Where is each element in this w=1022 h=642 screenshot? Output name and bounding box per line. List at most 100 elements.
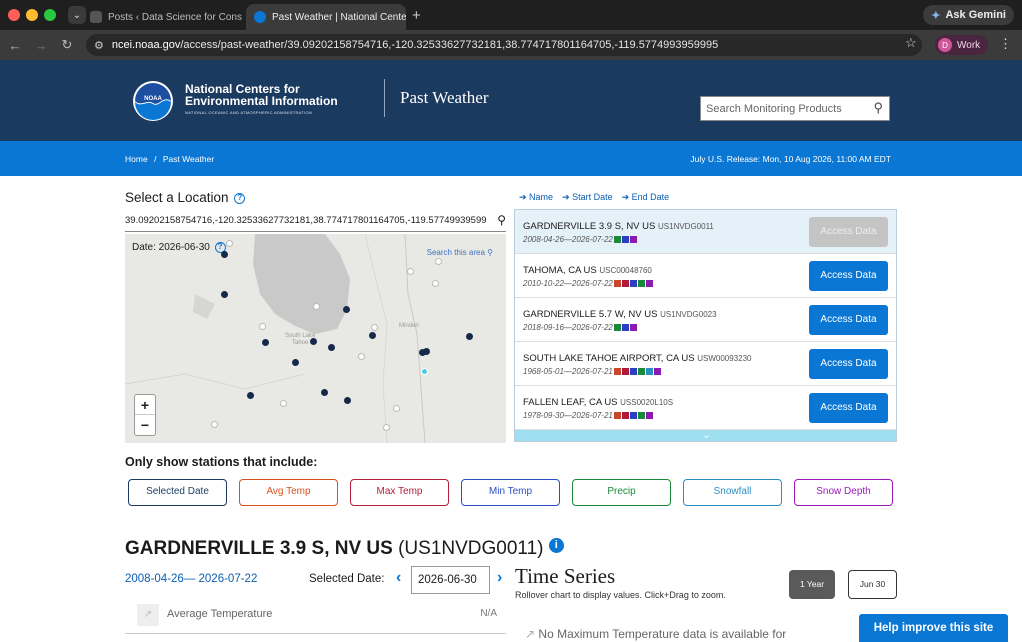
- access-data-button[interactable]: Access Data: [809, 305, 888, 335]
- maximize-window-icon[interactable]: [44, 9, 56, 21]
- help-icon[interactable]: ?: [234, 192, 246, 204]
- close-window-icon[interactable]: [8, 9, 20, 21]
- time-series-title: Time Series: [515, 564, 616, 588]
- station-marker[interactable]: [221, 251, 228, 258]
- station-marker[interactable]: [432, 280, 439, 287]
- station-marker[interactable]: [466, 333, 473, 340]
- coordinates-input[interactable]: 39.09202158754716,-120.32533627732181,38…: [125, 212, 506, 232]
- station-list-item[interactable]: SOUTH LAKE TAHOE AIRPORT, CA US USW00093…: [515, 342, 896, 386]
- filter-snow-depth-button[interactable]: Snow Depth: [794, 479, 893, 506]
- select-location-label: Select a Location: [125, 190, 229, 205]
- search-icon[interactable]: ⚲: [873, 100, 883, 116]
- station-marker[interactable]: [435, 258, 442, 265]
- station-marker[interactable]: [221, 291, 228, 298]
- station-name: FALLEN LEAF, CA US: [523, 397, 618, 408]
- search-this-area-button[interactable]: Search this area ⚲: [427, 248, 493, 257]
- station-marker[interactable]: [328, 344, 335, 351]
- station-marker[interactable]: [407, 268, 414, 275]
- minimize-window-icon[interactable]: [26, 9, 38, 21]
- zoom-out-button[interactable]: −: [135, 415, 155, 435]
- station-marker[interactable]: [358, 353, 365, 360]
- next-date-icon[interactable]: ›: [497, 569, 502, 587]
- sort-by-end-date-link[interactable]: ➔ End Date: [622, 192, 670, 203]
- tab-past-weather[interactable]: Past Weather | National Cente ✕: [246, 4, 406, 30]
- site-info-icon[interactable]: ⚙: [94, 39, 104, 52]
- previous-date-icon[interactable]: ‹: [396, 569, 401, 587]
- filter-min-temp-button[interactable]: Min Temp: [461, 479, 560, 506]
- station-marker[interactable]: [321, 389, 328, 396]
- filter-snowfall-button[interactable]: Snowfall: [683, 479, 782, 506]
- browser-toolbar: ← → ↻ ⚙ ncei.noaa.gov/access/past-weathe…: [0, 30, 1022, 60]
- station-marker[interactable]: [211, 421, 218, 428]
- station-marker[interactable]: [226, 240, 233, 247]
- bookmark-star-icon[interactable]: ☆: [905, 35, 917, 51]
- average-temperature-label: Average Temperature: [167, 608, 273, 620]
- noaa-logo-icon[interactable]: NOAA: [133, 81, 173, 121]
- station-marker[interactable]: [313, 303, 320, 310]
- reload-icon[interactable]: ↻: [56, 37, 78, 53]
- zoom-in-button[interactable]: +: [135, 395, 155, 415]
- forward-icon[interactable]: →: [30, 38, 52, 53]
- search-input[interactable]: Search Monitoring Products ⚲: [700, 96, 890, 121]
- expand-list-button[interactable]: ⌄: [515, 430, 896, 441]
- station-marker[interactable]: [343, 306, 350, 313]
- station-marker[interactable]: [344, 397, 351, 404]
- station-name: SOUTH LAKE TAHOE AIRPORT, CA US: [523, 353, 695, 364]
- station-marker[interactable]: [247, 392, 254, 399]
- filter-precip-button[interactable]: Precip: [572, 479, 671, 506]
- data-type-swatch: [613, 236, 621, 244]
- tab-posts[interactable]: Posts ‹ Data Science for Cons ✕: [82, 4, 242, 30]
- station-marker[interactable]: [280, 400, 287, 407]
- filter-avg-temp-button[interactable]: Avg Temp: [239, 479, 338, 506]
- breadcrumb-home-link[interactable]: Home: [125, 154, 148, 164]
- station-marker[interactable]: [393, 405, 400, 412]
- station-marker[interactable]: [310, 338, 317, 345]
- ncei-wordmark[interactable]: National Centers for Environmental Infor…: [185, 83, 338, 115]
- station-marker[interactable]: [262, 339, 269, 346]
- station-marker[interactable]: [369, 332, 376, 339]
- data-type-indicators: [613, 235, 637, 244]
- station-list-item[interactable]: FALLEN LEAF, CA US USS0020L10S 1978-09-3…: [515, 386, 896, 430]
- station-marker[interactable]: [371, 324, 378, 331]
- breadcrumb-current: Past Weather: [162, 154, 215, 164]
- help-improve-button[interactable]: Help improve this site: [859, 614, 1008, 642]
- info-icon[interactable]: i: [548, 538, 564, 553]
- data-type-swatch: [613, 280, 621, 288]
- station-map[interactable]: South Lake Tahoe Minden Date: 2026-06-30…: [125, 234, 506, 443]
- access-data-button[interactable]: Access Data: [809, 261, 888, 291]
- data-type-swatch: [629, 324, 637, 332]
- one-year-button[interactable]: 1 Year: [789, 570, 835, 599]
- site-title[interactable]: Past Weather: [400, 88, 489, 108]
- station-date-range: 2008-04-26—2026-07-22: [523, 235, 613, 244]
- sort-by-name-link[interactable]: ➔ Name: [519, 192, 553, 203]
- access-data-button[interactable]: Access Data: [809, 393, 888, 423]
- station-marker[interactable]: [383, 424, 390, 431]
- station-list-item[interactable]: GARDNERVILLE 3.9 S, NV US US1NVDG0011 20…: [515, 210, 896, 254]
- access-data-button[interactable]: Access Data: [809, 217, 888, 247]
- tab-title: Past Weather | National Cente: [272, 11, 406, 23]
- ask-gemini-button[interactable]: ✦ Ask Gemini: [923, 5, 1014, 25]
- selected-date-input[interactable]: 2026-06-30: [411, 566, 490, 594]
- data-type-swatch: [637, 412, 645, 420]
- filter-selected-date-button[interactable]: Selected Date: [128, 479, 227, 506]
- selected-station-marker[interactable]: [421, 368, 428, 375]
- back-icon[interactable]: ←: [4, 38, 26, 53]
- station-name: TAHOMA, CA US: [523, 265, 597, 276]
- station-marker[interactable]: [423, 348, 430, 355]
- browser-menu-icon[interactable]: ⋮: [999, 36, 1012, 52]
- sort-by-start-date-link[interactable]: ➔ Start Date: [562, 192, 613, 203]
- profile-button[interactable]: D Work: [935, 35, 989, 55]
- access-data-button[interactable]: Access Data: [809, 349, 888, 379]
- filter-max-temp-button[interactable]: Max Temp: [350, 479, 449, 506]
- station-list-item[interactable]: TAHOMA, CA US USC00048760 2010-10-22—202…: [515, 254, 896, 298]
- new-tab-icon[interactable]: +: [412, 7, 421, 24]
- station-list-item[interactable]: GARDNERVILLE 5.7 W, NV US US1NVDG0023 20…: [515, 298, 896, 342]
- address-bar[interactable]: ⚙ ncei.noaa.gov/access/past-weather/39.0…: [86, 34, 922, 56]
- data-type-swatch: [621, 236, 629, 244]
- station-marker[interactable]: [292, 359, 299, 366]
- station-marker[interactable]: [259, 323, 266, 330]
- chevron-down-icon: ⌄: [702, 430, 711, 441]
- jun-30-button[interactable]: Jun 30: [848, 570, 897, 599]
- org-name-line2: Environmental Information: [185, 94, 338, 108]
- search-icon[interactable]: ⚲: [497, 213, 506, 227]
